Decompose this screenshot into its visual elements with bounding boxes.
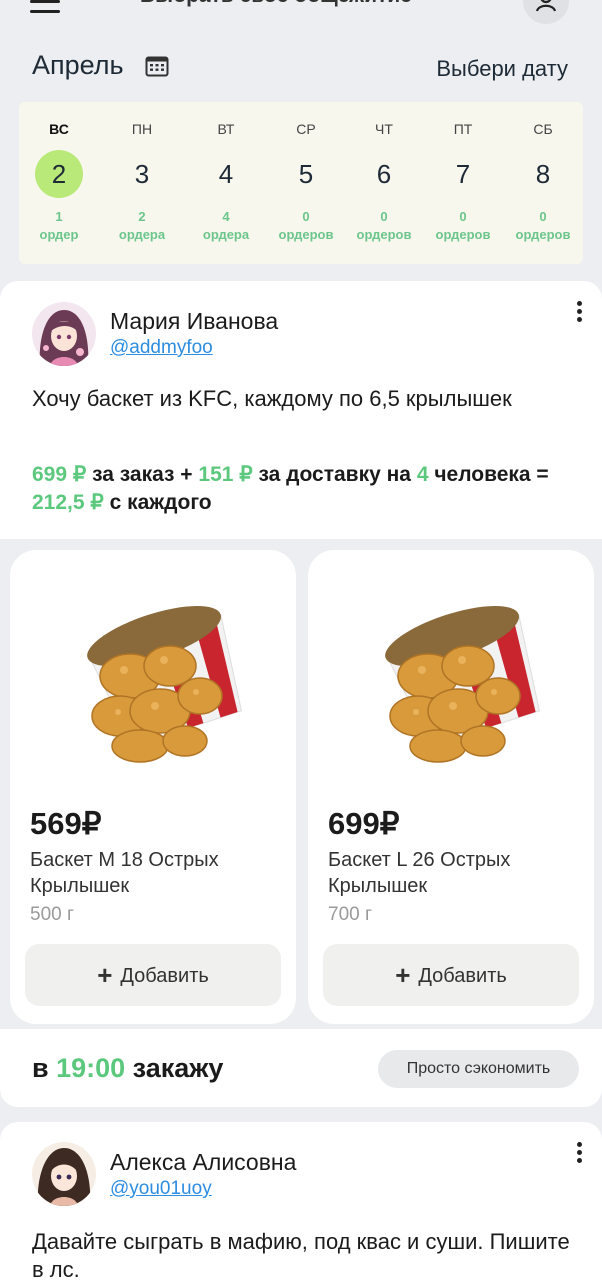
product-price: 569₽ <box>30 806 102 841</box>
order-count: 1 ордер <box>39 209 79 242</box>
product-name: Баскет M 18 Острых Крылышек <box>30 849 219 897</box>
post-card: Мария Иванова @addmyfoo Хочу баскет из K… <box>0 281 602 539</box>
month-label: Апрель <box>32 50 124 80</box>
day-wednesday[interactable]: СР 5 0 ордеров <box>266 102 346 264</box>
day-saturday[interactable]: СБ 8 0 ордеров <box>503 102 583 264</box>
calendar-icon[interactable] <box>145 55 169 77</box>
more-vertical-icon[interactable] <box>572 1142 586 1168</box>
day-name: ПН <box>131 121 153 137</box>
product-card[interactable]: 699₽ Баскет L 26 Острых Крылышек 700 г +… <box>308 550 594 1024</box>
order-time: в 19:00 закажу <box>32 1053 224 1083</box>
product-weight: 500 г <box>30 904 74 925</box>
day-thursday[interactable]: ЧТ 6 0 ордеров <box>344 102 424 264</box>
day-number: 5 <box>298 159 314 189</box>
plus-icon: + <box>395 960 411 990</box>
add-button[interactable]: + Добавить <box>323 944 579 1006</box>
post-text: Хочу баскет из KFC, каждому по 6,5 крылы… <box>32 386 512 411</box>
user-icon <box>535 0 557 12</box>
day-number: 4 <box>218 159 234 189</box>
day-name: ПТ <box>453 121 473 137</box>
day-sunday[interactable]: ВС 2 1 ордер <box>19 102 99 264</box>
order-count: 0 ордеров <box>515 209 571 242</box>
avatar[interactable] <box>32 302 96 366</box>
more-vertical-icon[interactable] <box>572 301 586 327</box>
author-name: Алекса Алисовна <box>110 1149 297 1175</box>
day-tuesday[interactable]: ВТ 4 4 ордера <box>186 102 266 264</box>
avatar-image <box>32 302 96 366</box>
day-name: ВТ <box>217 121 235 137</box>
author-name: Мария Иванова <box>110 308 279 334</box>
day-number: 8 <box>535 159 551 189</box>
order-count: 0 ордеров <box>278 209 334 242</box>
menu-icon[interactable] <box>30 0 60 14</box>
author-handle[interactable]: @addmyfoo <box>110 337 213 359</box>
product-list: 569₽ Баскет M 18 Острых Крылышек 500 г +… <box>0 539 602 1029</box>
day-number: 7 <box>455 159 471 189</box>
month-row: Апрель Выбери дату <box>32 50 572 84</box>
avatar-image <box>32 1142 96 1206</box>
profile-button[interactable] <box>523 0 569 24</box>
tag-chip[interactable]: Просто сэкономить <box>378 1050 579 1088</box>
avatar[interactable] <box>32 1142 96 1206</box>
product-weight: 700 г <box>328 904 372 925</box>
product-card[interactable]: 569₽ Баскет M 18 Острых Крылышек 500 г +… <box>10 550 296 1024</box>
order-count: 4 ордера <box>202 209 250 242</box>
day-name: ВС <box>49 121 69 137</box>
top-bar: Выбрать своё общежитие › <box>0 0 602 28</box>
day-name: СБ <box>533 121 553 137</box>
product-price: 699₽ <box>328 806 400 841</box>
order-info: в 19:00 закажу Просто сэкономить <box>0 1029 602 1107</box>
day-number: 6 <box>376 159 392 189</box>
pick-date-button[interactable]: Выбери дату <box>436 56 568 82</box>
author-handle[interactable]: @you01uoy <box>110 1178 212 1200</box>
plus-icon: + <box>97 960 113 990</box>
day-friday[interactable]: ПТ 7 0 ордеров <box>423 102 503 264</box>
day-monday[interactable]: ПН 3 2 ордера <box>102 102 182 264</box>
day-number: 3 <box>134 159 150 189</box>
product-image <box>87 605 243 763</box>
day-number: 2 <box>35 150 83 198</box>
day-name: ЧТ <box>375 121 393 137</box>
price-calculation: 699 ₽ за заказ + 151 ₽ за доставку на 4 … <box>32 463 549 514</box>
post-card: Алекса Алисовна @you01uoy Давайте сыграт… <box>0 1122 602 1280</box>
product-name: Баскет L 26 Острых Крылышек <box>328 849 511 897</box>
chevron-right-icon[interactable]: › <box>452 0 459 7</box>
post-text: Давайте сыграть в мафию, под квас и суши… <box>32 1229 570 1280</box>
week-strip: ВС 2 1 ордер ПН 3 2 ордера ВТ 4 4 ордера СР… <box>19 102 583 264</box>
day-name: СР <box>296 121 316 137</box>
add-button[interactable]: + Добавить <box>25 944 281 1006</box>
order-count: 2 ордера <box>118 209 166 242</box>
product-image <box>385 605 541 763</box>
order-count: 0 ордеров <box>356 209 412 242</box>
dorm-selector[interactable]: Выбрать своё общежитие <box>140 0 412 8</box>
order-count: 0 ордеров <box>435 209 491 242</box>
